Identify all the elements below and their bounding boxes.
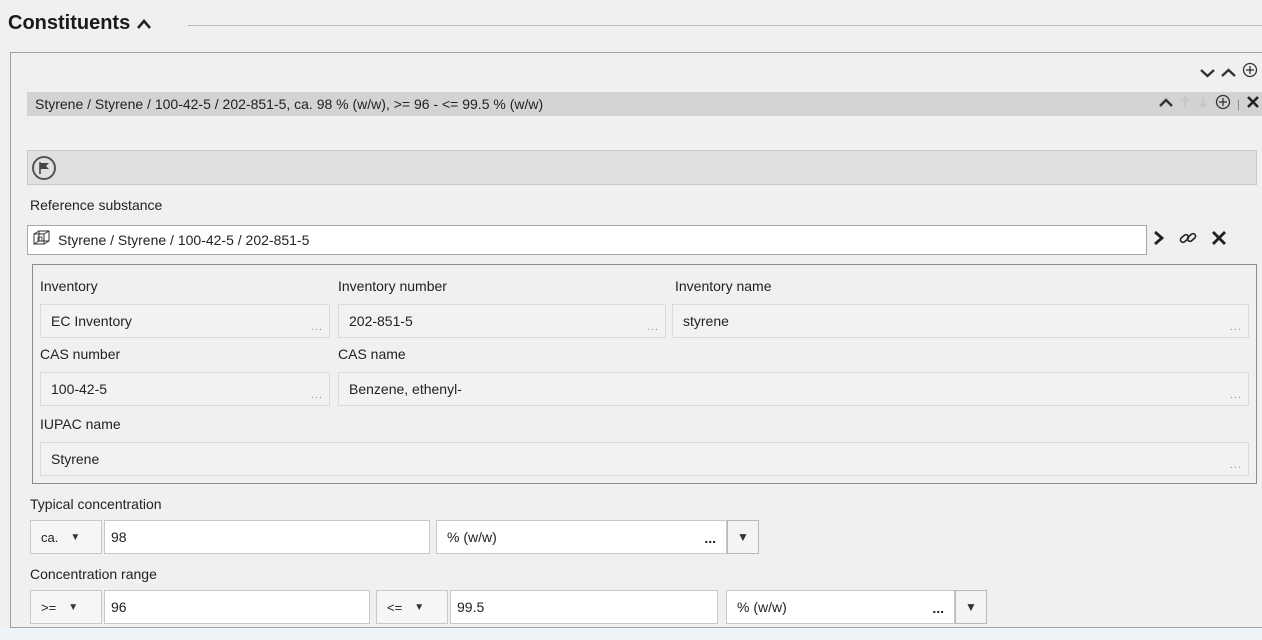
structure-icon bbox=[32, 229, 52, 252]
block-controls bbox=[1200, 62, 1258, 83]
inventory-field[interactable]: EC Inventory ... bbox=[40, 304, 330, 338]
reference-substance-label: Reference substance bbox=[30, 197, 163, 213]
upper-qualifier-value: <= bbox=[387, 599, 403, 615]
arrow-up-icon bbox=[1179, 95, 1191, 114]
chevron-right-icon[interactable] bbox=[1153, 229, 1165, 252]
inventory-number-label: Inventory number bbox=[338, 278, 447, 294]
inventory-number-field[interactable]: 202-851-5 ... bbox=[338, 304, 666, 338]
page: Constituents Styrene / Styrene / 100-42-… bbox=[0, 0, 1262, 628]
link-icon[interactable] bbox=[1179, 229, 1197, 252]
dropdown-arrow-icon: ▼ bbox=[68, 601, 79, 613]
inventory-value: EC Inventory bbox=[51, 313, 132, 329]
typical-unit-dropdown-button[interactable]: ▼ bbox=[727, 520, 759, 554]
range-unit-dropdown-button[interactable]: ▼ bbox=[955, 590, 987, 624]
upper-qualifier-select[interactable]: <= ▼ bbox=[376, 590, 448, 624]
reference-substance-field[interactable]: Styrene / Styrene / 100-42-5 / 202-851-5 bbox=[27, 225, 1147, 255]
chevron-up-icon[interactable] bbox=[1159, 95, 1173, 113]
section-header[interactable]: Constituents bbox=[8, 12, 152, 35]
typical-qualifier-select[interactable]: ca. ▼ bbox=[30, 520, 102, 554]
ellipsis-icon[interactable]: ... bbox=[704, 530, 716, 546]
arrow-down-icon bbox=[1197, 95, 1209, 114]
concentration-range-label: Concentration range bbox=[30, 566, 157, 582]
iupac-name-value: Styrene bbox=[51, 451, 100, 467]
flags-bar bbox=[27, 150, 1257, 185]
chevron-down-icon[interactable] bbox=[1200, 63, 1215, 83]
typical-value: 98 bbox=[111, 529, 127, 545]
typical-value-input[interactable]: 98 bbox=[104, 520, 430, 554]
cas-number-label: CAS number bbox=[40, 346, 121, 362]
iupac-name-field[interactable]: Styrene ... bbox=[40, 442, 1249, 476]
dropdown-arrow-icon: ▼ bbox=[70, 531, 81, 543]
dropdown-arrow-icon: ▼ bbox=[737, 530, 749, 544]
upper-value: 99.5 bbox=[457, 599, 485, 615]
flag-icon[interactable] bbox=[32, 155, 56, 180]
plus-circle-icon[interactable] bbox=[1242, 62, 1258, 83]
range-unit-value: % (w/w) bbox=[737, 599, 787, 615]
chevron-up-icon[interactable] bbox=[136, 15, 152, 33]
typical-concentration-label: Typical concentration bbox=[30, 496, 162, 512]
section-title: Constituents bbox=[8, 12, 131, 34]
inventory-name-label: Inventory name bbox=[675, 278, 772, 294]
cas-name-field[interactable]: Benzene, ethenyl- ... bbox=[338, 372, 1249, 406]
inventory-name-value: styrene bbox=[683, 313, 729, 329]
inventory-number-value: 202-851-5 bbox=[349, 313, 413, 329]
range-unit-field[interactable]: % (w/w) ... bbox=[726, 590, 955, 624]
reference-controls bbox=[1153, 225, 1227, 255]
cas-number-value: 100-42-5 bbox=[51, 381, 108, 397]
typical-qualifier-value: ca. bbox=[41, 529, 59, 545]
constituent-summary: Styrene / Styrene / 100-42-5 / 202-851-5… bbox=[35, 96, 544, 112]
dropdown-arrow-icon: ▼ bbox=[414, 601, 425, 613]
ellipsis-icon[interactable]: ... bbox=[311, 389, 323, 401]
inventory-label: Inventory bbox=[40, 278, 98, 294]
section-divider bbox=[188, 25, 1262, 26]
inventory-name-field[interactable]: styrene ... bbox=[672, 304, 1249, 338]
cas-name-label: CAS name bbox=[338, 346, 406, 362]
ellipsis-icon[interactable]: ... bbox=[1230, 389, 1242, 401]
separator-icon: | bbox=[1236, 97, 1240, 111]
constituent-row[interactable]: Styrene / Styrene / 100-42-5 / 202-851-5… bbox=[27, 92, 1262, 116]
typical-unit-value: % (w/w) bbox=[447, 529, 497, 545]
lower-value: 96 bbox=[111, 599, 127, 615]
dropdown-arrow-icon: ▼ bbox=[965, 600, 977, 614]
ellipsis-icon[interactable]: ... bbox=[1230, 459, 1242, 471]
ellipsis-icon[interactable]: ... bbox=[1230, 321, 1242, 333]
cas-name-value: Benzene, ethenyl- bbox=[349, 381, 462, 397]
plus-circle-icon[interactable] bbox=[1215, 94, 1231, 115]
typical-unit-field[interactable]: % (w/w) ... bbox=[436, 520, 727, 554]
ellipsis-icon[interactable]: ... bbox=[932, 600, 944, 616]
lower-value-input[interactable]: 96 bbox=[104, 590, 370, 624]
close-icon[interactable] bbox=[1211, 229, 1227, 252]
upper-value-input[interactable]: 99.5 bbox=[450, 590, 718, 624]
ellipsis-icon[interactable]: ... bbox=[311, 321, 323, 333]
reference-substance-value: Styrene / Styrene / 100-42-5 / 202-851-5 bbox=[58, 232, 310, 248]
lower-qualifier-value: >= bbox=[41, 599, 57, 615]
chevron-up-icon[interactable] bbox=[1221, 63, 1236, 83]
cas-number-field[interactable]: 100-42-5 ... bbox=[40, 372, 330, 406]
row-controls: | bbox=[1159, 92, 1260, 116]
close-icon[interactable] bbox=[1246, 95, 1260, 114]
lower-qualifier-select[interactable]: >= ▼ bbox=[30, 590, 102, 624]
ellipsis-icon[interactable]: ... bbox=[647, 321, 659, 333]
iupac-name-label: IUPAC name bbox=[40, 416, 121, 432]
